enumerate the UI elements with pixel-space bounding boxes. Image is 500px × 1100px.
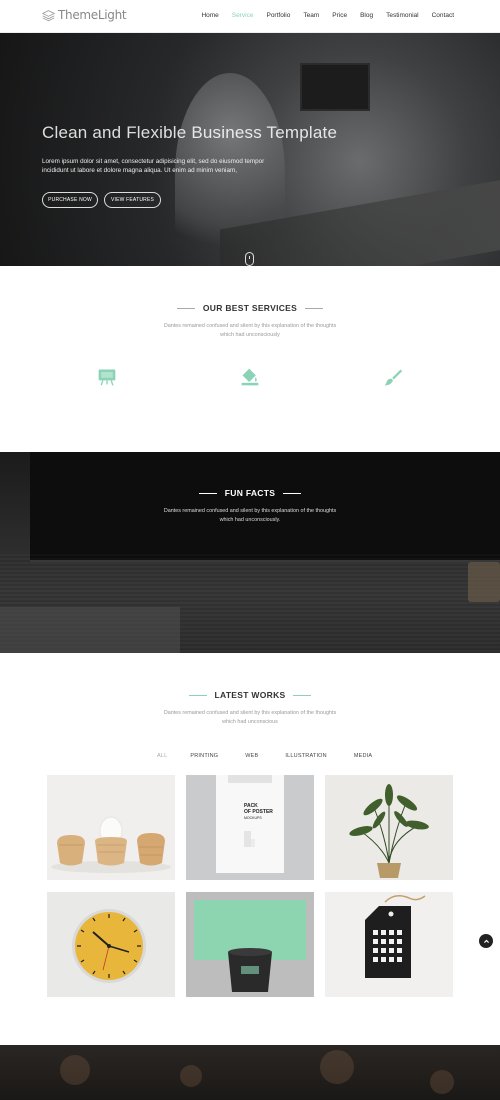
hero-title: Clean and Flexible Business Template bbox=[42, 123, 338, 142]
poster-text-line3: MOCKUPS bbox=[244, 816, 262, 820]
works-description: Dantes remained confused and silent by t… bbox=[163, 710, 337, 725]
poster-text: PACK OF POSTER MOCKUPS bbox=[244, 803, 273, 821]
layers-logo-icon bbox=[42, 9, 55, 21]
funfacts-title: FUN FACTS bbox=[224, 488, 276, 498]
tag-image bbox=[365, 895, 426, 978]
portfolio-item-poster-mockup[interactable]: PACK OF POSTER MOCKUPS bbox=[186, 775, 314, 880]
works-title: LATEST WORKS bbox=[214, 690, 286, 700]
portfolio-item-clock[interactable] bbox=[47, 892, 175, 997]
egg-cups-image bbox=[51, 816, 171, 873]
poster-image bbox=[216, 775, 284, 873]
services-description: Dantes remained confused and silent by t… bbox=[163, 323, 337, 338]
clock-image bbox=[72, 909, 146, 983]
heading-line-right bbox=[283, 493, 302, 495]
paintbrush-icon bbox=[384, 369, 403, 386]
portfolio-item-egg-cups[interactable] bbox=[47, 775, 175, 880]
hero-description: Lorem ipsum dolor sit amet, consectetur … bbox=[42, 158, 265, 174]
plant-image bbox=[349, 784, 429, 878]
portfolio-item-cup[interactable] bbox=[186, 892, 314, 997]
filter-web[interactable]: WEB bbox=[245, 753, 258, 759]
filter-media[interactable]: MEDIA bbox=[354, 753, 372, 759]
nav-service[interactable]: Service bbox=[232, 12, 254, 19]
nav-team[interactable]: Team bbox=[303, 12, 319, 19]
logo[interactable]: ThemeLight bbox=[42, 8, 127, 22]
filter-all[interactable]: ALL bbox=[157, 753, 167, 759]
services-heading: OUR BEST SERVICES bbox=[0, 303, 500, 313]
bokeh-light bbox=[320, 1050, 354, 1084]
cup-image bbox=[194, 900, 306, 992]
back-to-top-button[interactable] bbox=[479, 934, 493, 948]
nav-home[interactable]: Home bbox=[201, 12, 218, 19]
nav-testimonial[interactable]: Testimonial bbox=[386, 12, 419, 19]
filter-printing[interactable]: PRINTING bbox=[190, 753, 218, 759]
works-heading: LATEST WORKS bbox=[0, 690, 500, 700]
bokeh-light bbox=[430, 1070, 454, 1094]
nav-blog[interactable]: Blog bbox=[360, 12, 373, 19]
site-header: ThemeLight Home Service Portfolio Team P… bbox=[0, 0, 500, 33]
latest-works-section: LATEST WORKS Dantes remained confused an… bbox=[0, 653, 500, 1045]
hero-bg-monitor bbox=[300, 63, 370, 111]
logo-text: ThemeLight bbox=[58, 8, 127, 22]
funfacts-description: Dantes remained confused and silent by t… bbox=[163, 508, 337, 523]
bokeh-light bbox=[60, 1055, 90, 1085]
portfolio-filters: ALL PRINTING WEB ILLUSTRATION MEDIA bbox=[157, 753, 399, 759]
heading-line-right bbox=[305, 308, 324, 310]
fun-facts-section: FUN FACTS Dantes remained confused and s… bbox=[0, 452, 500, 653]
heading-line-left bbox=[188, 695, 207, 697]
view-features-button[interactable]: VIEW FEATURES bbox=[104, 192, 161, 208]
nav-contact[interactable]: Contact bbox=[432, 12, 454, 19]
portfolio-item-plant[interactable] bbox=[325, 775, 453, 880]
hero-section: Clean and Flexible Business Template Lor… bbox=[0, 33, 500, 266]
main-nav: Home Service Portfolio Team Price Blog T… bbox=[201, 12, 454, 19]
nav-price[interactable]: Price bbox=[332, 12, 347, 19]
paint-bucket-icon bbox=[241, 368, 259, 386]
funfacts-bg-keyboard bbox=[0, 607, 180, 653]
easel-icon bbox=[98, 369, 116, 386]
heading-line-left bbox=[198, 493, 217, 495]
heading-line-right bbox=[293, 695, 312, 697]
bokeh-light bbox=[180, 1065, 202, 1087]
scroll-mouse-icon[interactable] bbox=[245, 252, 254, 266]
services-section: OUR BEST SERVICES Dantes remained confus… bbox=[0, 266, 500, 452]
nav-portfolio[interactable]: Portfolio bbox=[266, 12, 290, 19]
portfolio-item-tag[interactable] bbox=[325, 892, 453, 997]
testimonial-bg-image bbox=[0, 1045, 500, 1100]
filter-illustration[interactable]: ILLUSTRATION bbox=[285, 753, 326, 759]
heading-line-left bbox=[176, 308, 195, 310]
services-title: OUR BEST SERVICES bbox=[202, 303, 298, 313]
funfacts-bg-cup bbox=[468, 562, 500, 602]
purchase-now-button[interactable]: PURCHASE NOW bbox=[42, 192, 98, 208]
chevron-up-icon bbox=[483, 939, 489, 943]
funfacts-heading: FUN FACTS bbox=[0, 488, 500, 498]
